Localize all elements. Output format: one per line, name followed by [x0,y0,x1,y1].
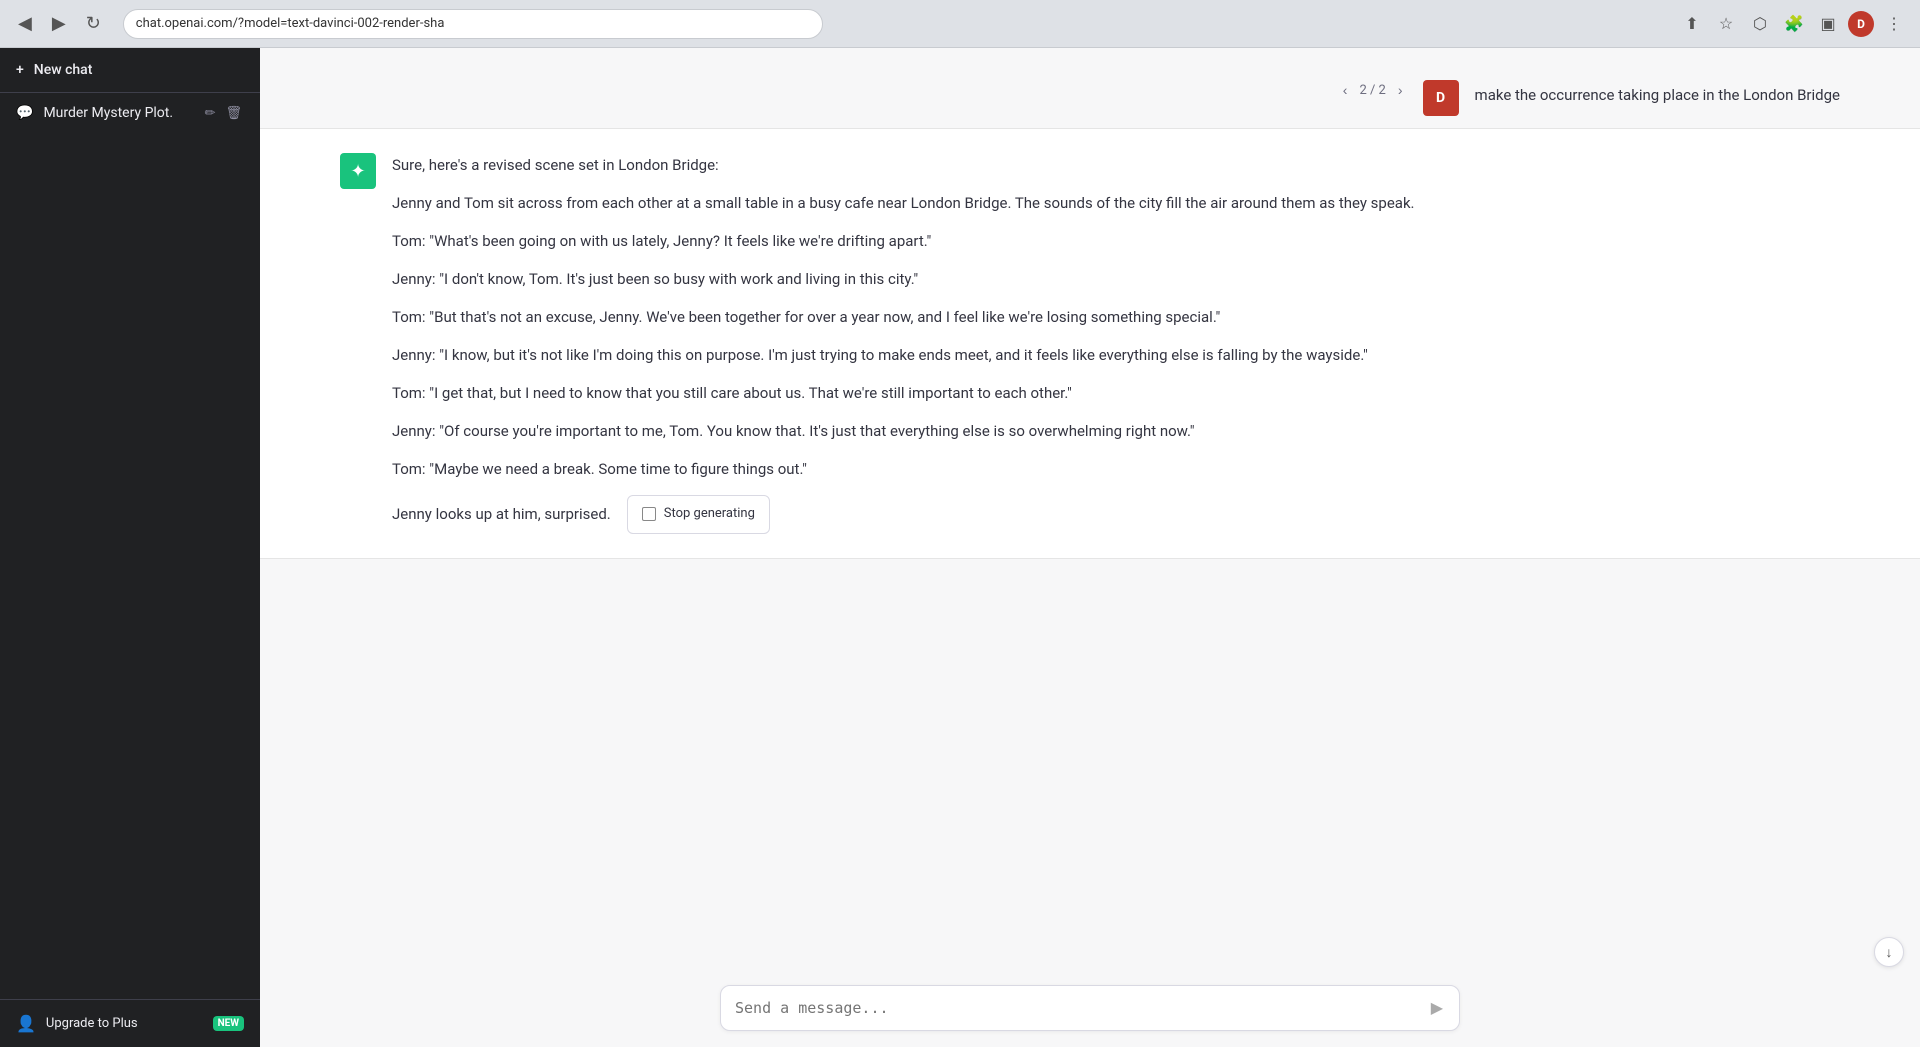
app-container: + New chat 💬 Murder Mystery Plot. ✏ 🗑 👤 … [0,48,1920,1047]
user-msg-row: ‹ 2 / 2 › D make the occurrence taking p… [1339,80,1840,116]
conversation: ‹ 2 / 2 › D make the occurrence taking p… [260,48,1920,973]
ai-para-5: Tom: "I get that, but I need to know tha… [392,381,1840,405]
ai-avatar: ✦ [340,153,376,189]
ai-para-0: Jenny and Tom sit across from each other… [392,191,1840,215]
message-input[interactable] [735,999,1429,1017]
reload-button[interactable]: ↻ [80,9,107,38]
bookmark-button[interactable]: ☆ [1712,10,1740,38]
delete-chat-button[interactable]: 🗑 [223,103,244,123]
sidebar: + New chat 💬 Murder Mystery Plot. ✏ 🗑 👤 … [0,48,260,1047]
main-content: ‹ 2 / 2 › D make the occurrence taking p… [260,48,1920,1047]
upgrade-to-plus-button[interactable]: 👤 Upgrade to Plus NEW [0,999,260,1047]
ai-para-4: Jenny: "I know, but it's not like I'm do… [392,343,1840,367]
user-message-text: make the occurrence taking place in the … [1475,80,1840,104]
new-badge: NEW [213,1016,244,1031]
new-chat-label: New chat [34,62,93,78]
message-navigation: ‹ 2 / 2 › [1339,80,1407,100]
puzzle-button[interactable]: 🧩 [1780,10,1808,38]
menu-button[interactable]: ⋮ [1880,10,1908,38]
url-text: chat.openai.com/?model=text-davinci-002-… [136,16,445,31]
browser-chrome: ◀ ▶ ↻ chat.openai.com/?model=text-davinc… [0,0,1920,48]
user-message-wrapper: ‹ 2 / 2 › D make the occurrence taking p… [260,68,1920,128]
edit-chat-button[interactable]: ✏ [203,103,218,123]
next-message-button[interactable]: › [1394,80,1407,100]
send-button[interactable]: ▶ [1429,996,1445,1020]
extensions-button[interactable]: ⬡ [1746,10,1774,38]
upgrade-label: Upgrade to Plus [46,1016,138,1031]
back-button[interactable]: ◀ [12,9,38,38]
ai-message-content: Sure, here's a revised scene set in Lond… [392,153,1840,534]
chat-icon: 💬 [16,105,33,121]
ai-para-6: Jenny: "Of course you're important to me… [392,419,1840,443]
ai-para-8: Jenny looks up at him, surprised. [392,502,611,526]
chat-title: Murder Mystery Plot. [43,105,192,121]
upgrade-icon: 👤 [16,1014,36,1033]
stop-checkbox-icon [642,507,656,521]
sidebar-item-murder-mystery[interactable]: 💬 Murder Mystery Plot. ✏ 🗑 [0,93,260,133]
prev-message-button[interactable]: ‹ [1339,80,1352,100]
browser-actions: ⬆ ☆ ⬡ 🧩 ▣ D ⋮ [1678,10,1908,38]
new-chat-button[interactable]: + New chat [0,48,260,93]
stop-generating-button[interactable]: Stop generating [627,495,770,534]
address-bar[interactable]: chat.openai.com/?model=text-davinci-002-… [123,9,823,39]
scroll-down-button[interactable]: ↓ [1874,937,1904,967]
ai-para-2: Jenny: "I don't know, Tom. It's just bee… [392,267,1840,291]
ai-para-7: Tom: "Maybe we need a break. Some time t… [392,457,1840,481]
chat-actions: ✏ 🗑 [203,103,244,123]
plus-icon: + [16,62,24,78]
input-area: ▶ [260,973,1920,1047]
openai-icon: ✦ [350,161,365,182]
forward-button[interactable]: ▶ [46,9,72,38]
stop-generating-label: Stop generating [664,504,755,525]
ai-intro: Sure, here's a revised scene set in Lond… [392,153,1840,177]
input-wrapper: ▶ [720,985,1460,1031]
sidebar-toggle-button[interactable]: ▣ [1814,10,1842,38]
user-avatar: D [1423,80,1459,116]
user-avatar-browser[interactable]: D [1848,11,1874,37]
ai-message-wrapper: ✦ Sure, here's a revised scene set in Lo… [260,128,1920,559]
ai-para-3: Tom: "But that's not an excuse, Jenny. W… [392,305,1840,329]
message-count: 2 / 2 [1359,83,1385,98]
ai-para-1: Tom: "What's been going on with us latel… [392,229,1840,253]
share-button[interactable]: ⬆ [1678,10,1706,38]
